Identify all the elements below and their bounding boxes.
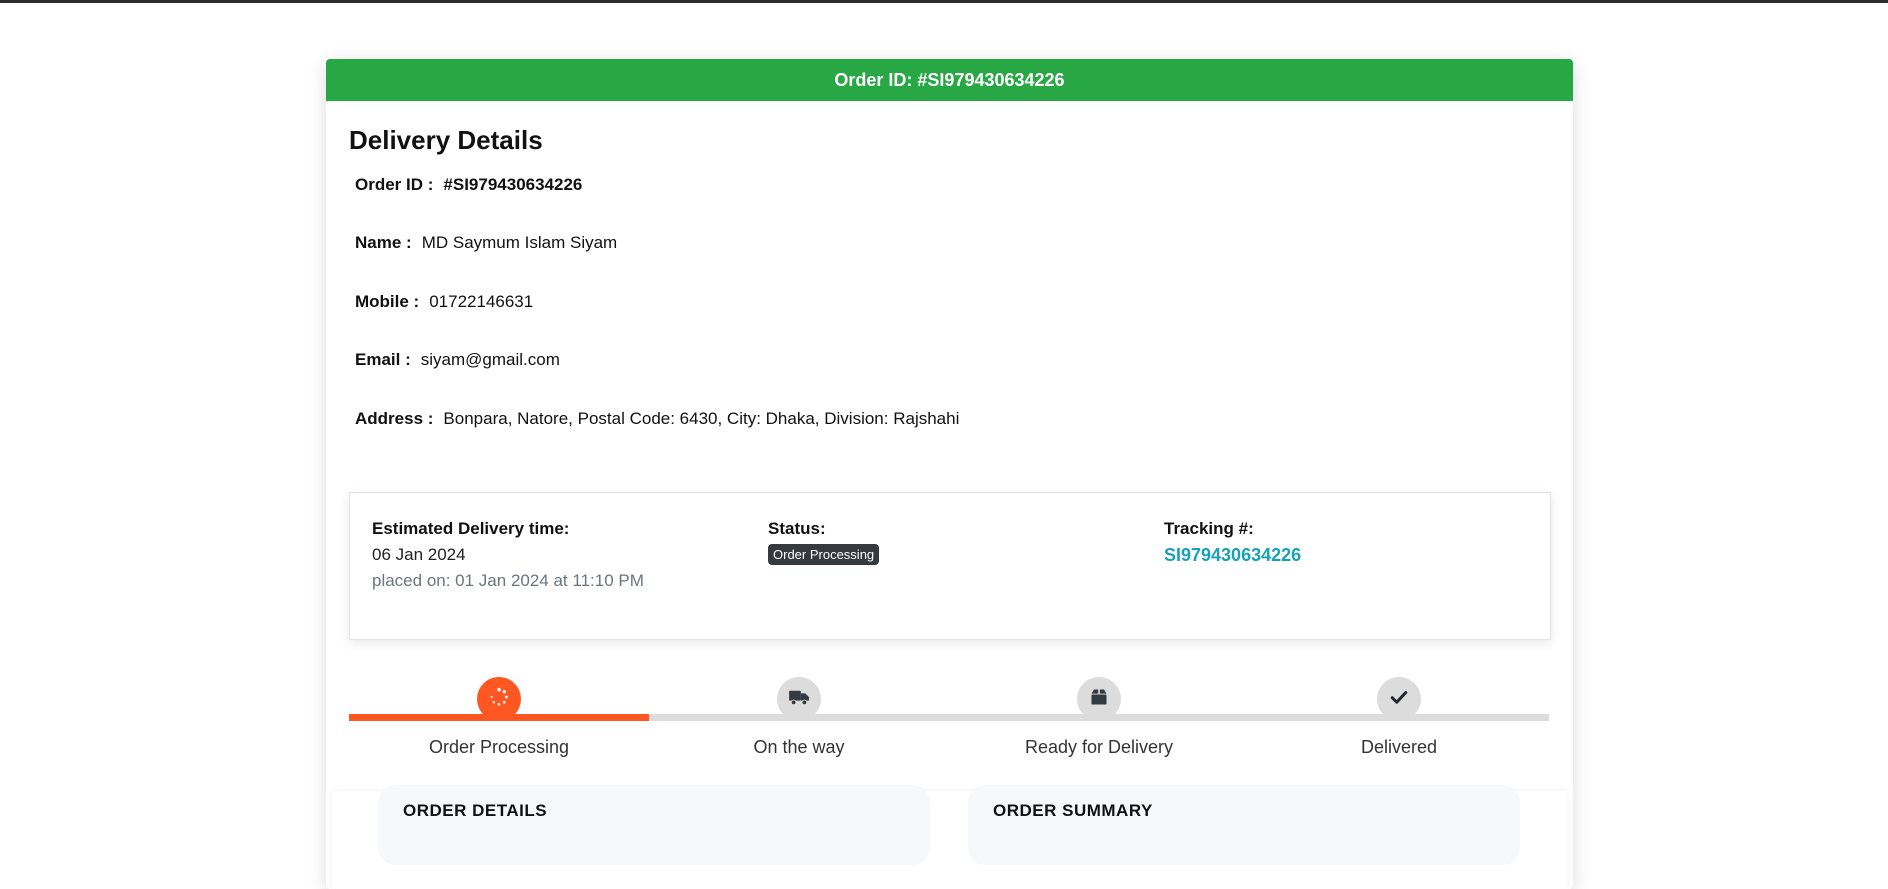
order-details-title: ORDER DETAILS <box>403 801 548 820</box>
order-id-value: #SI979430634226 <box>443 175 583 194</box>
delivery-status-box: Estimated Delivery time: 06 Jan 2024 pla… <box>349 492 1551 640</box>
spinner-icon <box>488 686 510 713</box>
step-order-processing-label: Order Processing <box>428 737 570 757</box>
name-label: Name : <box>355 233 412 252</box>
mobile-row: Mobile : 01722146631 <box>355 292 533 312</box>
order-header-title: Order ID: #SI979430634226 <box>834 69 1065 90</box>
step-ready-for-delivery-label: Ready for Delivery <box>1024 737 1174 757</box>
order-card: Order ID: #SI979430634226 Delivery Detai… <box>326 59 1573 889</box>
address-row: Address : Bonpara, Natore, Postal Code: 6… <box>355 409 959 429</box>
order-summary-card: ORDER SUMMARY <box>968 785 1520 865</box>
order-details-card: ORDER DETAILS <box>378 785 930 865</box>
name-value: MD Saymum Islam Siyam <box>421 233 618 252</box>
step-on-the-way-circle <box>777 677 821 721</box>
mobile-value: 01722146631 <box>429 292 534 311</box>
name-row: Name : MD Saymum Islam Siyam <box>355 233 617 253</box>
step-delivered-label: Delivered <box>1360 737 1438 757</box>
step-on-the-way: On the way <box>649 677 949 758</box>
step-ready-for-delivery-circle <box>1077 677 1121 721</box>
email-row: Email : siyam@gmail.com <box>355 350 560 370</box>
step-delivered: Delivered <box>1249 677 1549 758</box>
address-value: Bonpara, Natore, Postal Code: 6430, City… <box>443 409 960 428</box>
step-order-processing: Order Processing <box>349 677 649 758</box>
tracking-label: Tracking #: <box>1164 519 1254 538</box>
address-label: Address : <box>355 409 434 428</box>
top-border <box>0 0 1888 3</box>
tracking-number-link[interactable]: SI979430634226 <box>1164 545 1301 566</box>
status-badge: Order Processing <box>768 544 880 565</box>
order-header: Order ID: #SI979430634226 <box>326 59 1573 101</box>
order-id-label: Order ID : <box>355 175 434 194</box>
order-progress-tracker: Order Processing On the way Ready for De… <box>349 677 1549 777</box>
step-order-processing-circle <box>477 677 521 721</box>
order-id-row: Order ID : #SI979430634226 <box>355 175 582 195</box>
estimated-delivery-label: Estimated Delivery time: <box>372 519 570 538</box>
email-value: siyam@gmail.com <box>420 350 560 369</box>
email-label: Email : <box>355 350 411 369</box>
box-icon <box>1089 687 1109 712</box>
placed-on-text: placed on: 01 Jan 2024 at 11:10 PM <box>372 571 644 590</box>
truck-icon <box>788 688 810 711</box>
step-on-the-way-label: On the way <box>753 737 845 757</box>
order-summary-title: ORDER SUMMARY <box>993 801 1153 820</box>
step-delivered-circle <box>1377 677 1421 721</box>
order-status: Status: Order Processing <box>768 519 880 565</box>
estimated-delivery-date: 06 Jan 2024 <box>372 545 466 564</box>
check-icon <box>1390 688 1408 711</box>
status-label: Status: <box>768 519 826 538</box>
step-ready-for-delivery: Ready for Delivery <box>949 677 1249 758</box>
estimated-delivery: Estimated Delivery time: 06 Jan 2024 pla… <box>372 519 644 591</box>
tracking-info: Tracking #: SI979430634226 <box>1164 519 1301 566</box>
delivery-details-title: Delivery Details <box>349 125 543 155</box>
mobile-label: Mobile : <box>355 292 420 311</box>
